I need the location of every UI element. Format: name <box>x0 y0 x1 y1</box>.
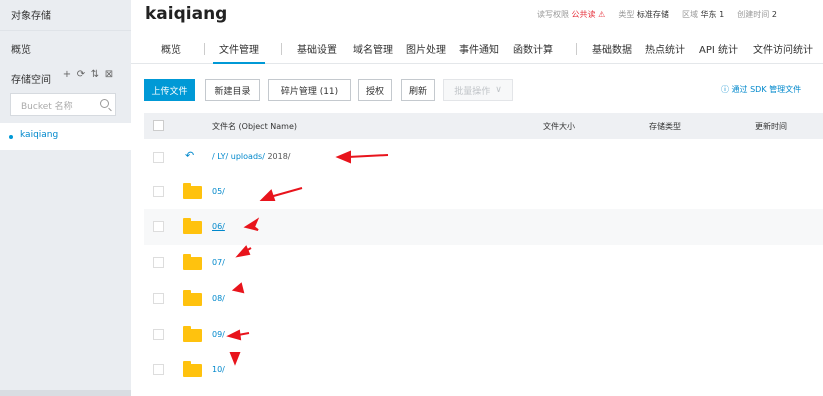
refresh-icon[interactable]: ⟳ <box>76 69 86 80</box>
row-checkbox[interactable] <box>153 293 164 304</box>
sidebar: 对象存储 概览 存储空间 + ⟳ ⇅ ⊠ kaiqiang <box>0 0 131 396</box>
tab-domain-management[interactable]: 域名管理 <box>353 41 393 56</box>
table-row[interactable]: 06/ <box>144 209 823 245</box>
back-arrow-icon[interactable]: ↶ <box>185 149 194 162</box>
region-value: 华东 1 <box>700 10 725 19</box>
bucket-meta: 读写权限 公共读 ⚠ 类型 标准存储 区域 华东 1 创建时间 2 <box>537 9 777 20</box>
table-row[interactable]: 07/ <box>144 245 823 281</box>
folder-icon <box>183 326 202 342</box>
type-label: 类型 <box>618 10 635 19</box>
select-all-checkbox[interactable] <box>153 120 164 131</box>
table-row[interactable]: 05/ <box>144 174 823 210</box>
help-icon: ⓘ <box>721 85 729 94</box>
rw-value: 公共读 <box>571 10 596 19</box>
fragment-management-button[interactable]: 碎片管理 (11) <box>268 79 351 101</box>
column-header-storage-type: 存储类型 <box>649 122 681 131</box>
created-value: 2 <box>771 10 777 19</box>
batch-operation-label: 批量操作 <box>454 86 491 97</box>
sidebar-tools: + ⟳ ⇅ ⊠ <box>62 69 114 80</box>
tab-divider <box>204 43 205 55</box>
row-checkbox[interactable] <box>153 152 164 163</box>
table-row[interactable]: 09/ <box>144 317 823 353</box>
active-dot-icon <box>9 135 13 139</box>
table-row[interactable]: 10/ <box>144 352 823 388</box>
created-label: 创建时间 <box>737 10 770 19</box>
main-panel: kaiqiang 读写权限 公共读 ⚠ 类型 标准存储 区域 华东 1 创建时间… <box>131 0 823 396</box>
batch-operation-dropdown[interactable]: 批量操作 ∨ <box>443 79 513 101</box>
folder-icon <box>183 254 202 270</box>
bucket-name: kaiqiang <box>20 130 59 140</box>
table-row[interactable]: 08/ <box>144 281 823 317</box>
type-value: 标准存储 <box>636 10 669 19</box>
folder-icon <box>183 361 202 377</box>
breadcrumb-ly[interactable]: LY/ <box>217 152 228 161</box>
upload-button[interactable]: 上传文件 <box>144 79 195 101</box>
sort-icon[interactable]: ⇅ <box>90 69 100 80</box>
authorize-button[interactable]: 授权 <box>358 79 392 101</box>
warning-icon: ⚠ <box>598 10 606 19</box>
row-checkbox[interactable] <box>153 257 164 268</box>
path-row: ↶ / LY/ uploads/ 2018/ <box>144 139 823 175</box>
tab-divider <box>281 43 282 55</box>
folder-link[interactable]: 10/ <box>212 365 225 374</box>
tab-divider <box>576 43 577 55</box>
sidebar-item-bucket[interactable]: kaiqiang <box>0 123 131 150</box>
tab-basic-settings[interactable]: 基础设置 <box>297 41 337 56</box>
add-icon[interactable]: + <box>62 69 72 80</box>
row-checkbox[interactable] <box>153 221 164 232</box>
column-header-size: 文件大小 <box>543 122 575 131</box>
tab-hotspot-stats[interactable]: 热点统计 <box>645 41 685 56</box>
app-window: 对象存储 概览 存储空间 + ⟳ ⇅ ⊠ kaiqiang kaiqiang 读… <box>0 0 823 396</box>
column-header-updated: 更新时间 <box>755 122 787 131</box>
column-header-name: 文件名 (Object Name) <box>212 122 297 131</box>
breadcrumb-current: 2018/ <box>267 152 291 161</box>
storage-space-label: 存储空间 <box>11 75 51 86</box>
sdk-link-label: 通过 SDK 管理文件 <box>731 85 802 94</box>
tab-basic-data[interactable]: 基础数据 <box>592 41 632 56</box>
breadcrumb-uploads[interactable]: uploads/ <box>231 152 265 161</box>
page-title: kaiqiang <box>145 4 228 24</box>
tab-image-processing[interactable]: 图片处理 <box>406 41 446 56</box>
row-checkbox[interactable] <box>153 186 164 197</box>
folder-link[interactable]: 05/ <box>212 187 225 196</box>
sidebar-item-overview[interactable]: 概览 <box>11 41 31 56</box>
collapse-icon[interactable]: ⊠ <box>104 69 114 80</box>
bucket-search-input[interactable] <box>11 96 95 118</box>
rw-label: 读写权限 <box>537 10 569 19</box>
row-checkbox[interactable] <box>153 329 164 340</box>
tab-bar: 概览 文件管理 基础设置 域名管理 图片处理 事件通知 函数计算 基础数据 热点… <box>131 40 823 64</box>
folder-icon <box>183 183 202 199</box>
search-icon[interactable] <box>100 99 109 108</box>
sidebar-footer <box>0 390 131 396</box>
folder-link[interactable]: 08/ <box>212 294 225 303</box>
chevron-down-icon: ∨ <box>495 85 502 95</box>
folder-icon <box>183 218 202 234</box>
table-header: 文件名 (Object Name) 文件大小 存储类型 更新时间 <box>144 113 823 139</box>
tab-overview[interactable]: 概览 <box>161 41 181 56</box>
tab-event-notification[interactable]: 事件通知 <box>459 41 499 56</box>
active-tab-indicator <box>213 62 265 64</box>
sidebar-divider <box>0 30 131 31</box>
tab-file-management[interactable]: 文件管理 <box>219 41 259 56</box>
tab-function-compute[interactable]: 函数计算 <box>513 41 553 56</box>
new-directory-button[interactable]: 新建目录 <box>205 79 260 101</box>
region-label: 区域 <box>682 10 698 19</box>
folder-link[interactable]: 07/ <box>212 258 225 267</box>
folder-icon <box>183 290 202 306</box>
sdk-link[interactable]: ⓘ 通过 SDK 管理文件 <box>721 84 801 95</box>
bucket-search <box>10 93 116 118</box>
refresh-button[interactable]: 刷新 <box>401 79 435 101</box>
tab-file-access-stats[interactable]: 文件访问统计 <box>753 41 813 56</box>
breadcrumb-root[interactable]: / <box>212 152 215 161</box>
sidebar-title: 对象存储 <box>11 11 51 22</box>
row-checkbox[interactable] <box>153 364 164 375</box>
tab-api-stats[interactable]: API 统计 <box>699 41 738 56</box>
breadcrumb: / LY/ uploads/ 2018/ <box>212 152 291 161</box>
folder-link[interactable]: 09/ <box>212 330 225 339</box>
folder-link[interactable]: 06/ <box>212 222 225 231</box>
